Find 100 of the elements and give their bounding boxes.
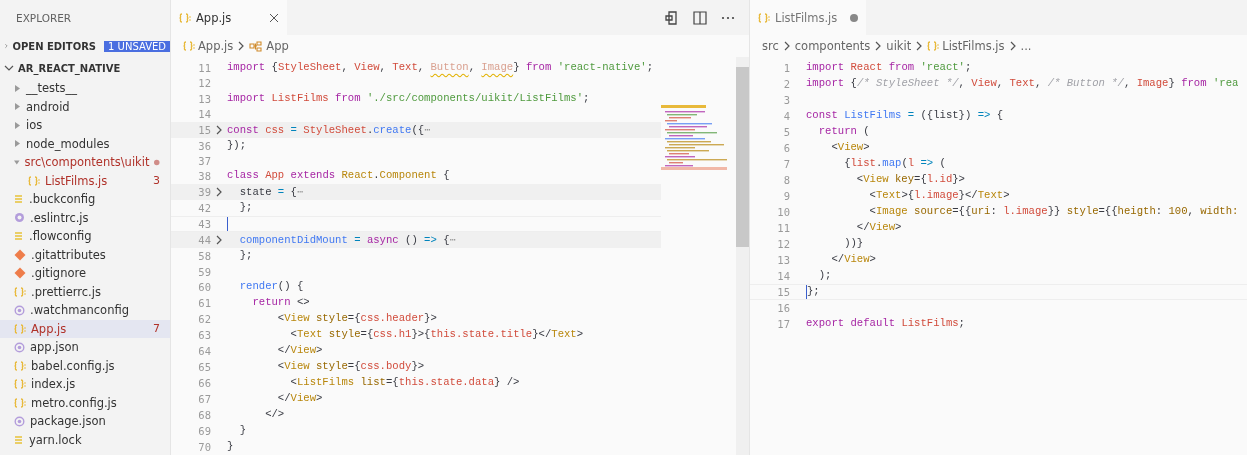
chevron-down-icon[interactable] [4,63,14,73]
line-number: 1 [782,62,790,74]
fold-chevron-icon[interactable] [214,235,224,246]
code-line: componentDidMount = async () => {⋯ [238,233,456,248]
file-tree-item[interactable]: .gitattributes [0,245,170,264]
breadcrumb-item[interactable]: compontents [794,39,871,53]
file-tree-item[interactable]: babel.config.js [0,356,170,375]
code-line: export default ListFilms; [806,317,965,331]
unsaved-dot-icon[interactable] [850,13,858,22]
text-cursor [227,217,228,232]
code-line: <View key={l.id}> [855,173,965,187]
preview-icon[interactable] [665,10,679,25]
unsaved-count: 1 UNSAVED [104,40,170,52]
braces-icon [179,12,191,23]
code-line: <View> [830,141,870,155]
line-number: 3 [782,94,790,106]
sidebar-title: EXPLORER [15,10,73,26]
file-tree-item[interactable]: package.json [0,412,170,431]
line-number: 14 [776,270,790,282]
scrollbar[interactable] [736,57,749,455]
line-number: 39 [197,186,211,199]
line-number: 9 [782,190,790,202]
file-tree-item[interactable]: .prettierrc.js [0,282,170,301]
code-line: </View> [276,392,323,406]
line-number: 10 [776,206,790,218]
file-tree-item[interactable]: index.js [0,375,170,394]
file-tree-item[interactable]: app.json [0,338,170,357]
editor-tab[interactable]: App.js [171,0,287,35]
breadcrumb-item[interactable]: src [762,39,779,53]
ring-icon [14,304,25,316]
diamond-icon [14,248,26,261]
triangle-down-icon[interactable] [14,158,20,166]
file-tree-item[interactable]: App.js 7 [0,319,170,338]
file-tree-item[interactable]: __tests__ [0,79,170,98]
braces-icon [14,379,26,390]
section-header[interactable]: AR_REACT_NATIVE [0,57,170,79]
code-line: <View style={css.body}> [276,360,425,374]
file-tree-item[interactable]: .gitignore [0,264,170,283]
triangle-right-icon[interactable] [14,103,21,111]
fold-chevron-icon[interactable] [214,187,224,198]
file-tree-item[interactable]: .flowconfig [0,227,170,246]
line-number: 70 [197,441,211,453]
modified-dot-icon [154,158,160,166]
breadcrumb-item[interactable]: ... [1020,39,1032,53]
line-number: 36 [197,139,211,152]
line-number: 6 [782,142,790,154]
code-line: import ListFilms from './src/components/uikit/ListFilms'; [227,91,590,106]
line-number: 13 [197,92,211,105]
line-number: 15 [197,123,211,136]
file-tree-item[interactable]: ios [0,116,170,135]
breadcrumb-item[interactable]: App [266,39,289,53]
breadcrumb-item[interactable]: ListFilms.js [942,39,1005,53]
line-number: 14 [197,108,211,121]
breadcrumb-item[interactable]: uikit [886,39,912,53]
line-number: 58 [197,250,211,263]
fold-chevron-icon[interactable] [214,124,224,135]
close-icon[interactable] [269,12,279,23]
code-line: </View> [276,344,323,358]
more-icon[interactable] [721,15,735,20]
file-tree-item[interactable]: node_modules [0,134,170,153]
line-number: 7 [782,158,790,170]
line-number: 37 [197,154,211,167]
lines-icon [14,435,24,444]
triangle-right-icon[interactable] [14,84,21,92]
triangle-right-icon[interactable] [14,140,21,148]
file-tree-item[interactable]: android [0,97,170,116]
file-tree-item[interactable]: yarn.lock [0,430,170,449]
braces-icon [14,397,26,408]
line-number: 59 [197,265,211,278]
ring-icon [14,415,25,427]
code-line: {list.map(l => ( [843,157,946,171]
line-number: 63 [197,329,211,341]
code-line: <Text>{l.image}</Text> [868,189,1010,203]
file-tree-item[interactable]: .watchmanconfig [0,301,170,320]
line-number: 64 [197,345,211,357]
line-number: 43 [197,218,211,231]
line-number: 65 [197,361,211,373]
editor-tab[interactable]: ListFilms.js [750,0,866,35]
code-line: return <> [251,296,310,310]
code-line: <ListFilms list={this.state.data} /> [289,376,520,390]
code-line: class App extends React.Component { [227,169,450,184]
file-tree-item[interactable]: .eslintrc.js [0,208,170,227]
split-editor-icon[interactable] [693,10,707,25]
section-header[interactable]: OPEN EDITORS 1 UNSAVED [0,35,170,57]
diamond-icon [14,267,26,280]
line-number: 11 [197,62,211,74]
breadcrumb-item[interactable]: App.js [198,39,234,53]
file-tree-item[interactable]: ListFilms.js 3 [0,171,170,190]
code-line: state = {⋯ [238,185,304,200]
braces-icon [28,175,40,186]
line-number: 12 [776,238,790,250]
file-tree-item[interactable]: metro.config.js [0,393,170,412]
line-number: 13 [776,254,790,266]
file-tree-item[interactable]: .buckconfig [0,190,170,209]
line-number: 44 [197,234,211,247]
problem-count: 7 [153,322,160,336]
code-line: }; [806,285,820,299]
file-tree-item[interactable]: src\compontents\uikit [0,153,170,172]
triangle-right-icon[interactable] [14,121,21,129]
line-number: 67 [197,393,211,405]
